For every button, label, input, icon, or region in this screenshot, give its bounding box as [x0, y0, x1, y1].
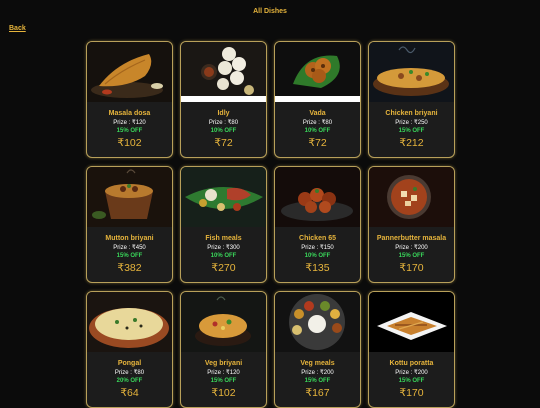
dish-final-price: ₹170 [399, 262, 424, 274]
dish-prize: Prize : ₹450 [113, 245, 146, 251]
dish-image-veg-meals [275, 292, 360, 352]
dish-prize: Prize : ₹250 [395, 120, 428, 126]
dish-image-pongal [87, 292, 172, 352]
dishes-grid: Masala dosa Prize : ₹120 15% OFF ₹102 Id… [86, 41, 455, 408]
dish-discount: 20% OFF [116, 378, 143, 384]
dish-discount: 15% OFF [398, 378, 425, 384]
dish-prize: Prize : ₹150 [301, 245, 334, 251]
dish-prize: Prize : ₹200 [395, 370, 428, 376]
dish-card-mutton-briyani[interactable]: Mutton briyani Prize : ₹450 15% OFF ₹382 [86, 166, 173, 283]
dish-image-paneer-butter-masala [369, 167, 454, 227]
dish-image-chicken-65 [275, 167, 360, 227]
dish-card-chicken-65[interactable]: Chicken 65 Prize : ₹150 10% OFF ₹135 [274, 166, 361, 283]
dish-discount: 15% OFF [398, 253, 425, 259]
dish-name: Idly [217, 110, 230, 117]
dish-name: Masala dosa [108, 110, 151, 117]
dish-image-vada [275, 42, 360, 102]
back-link[interactable]: Back [9, 25, 26, 32]
dish-image-kottu-poratta [369, 292, 454, 352]
dish-final-price: ₹72 [308, 137, 327, 149]
dish-discount: 10% OFF [210, 253, 237, 259]
dish-card-chicken-briyani[interactable]: Chicken briyani Prize : ₹250 15% OFF ₹21… [368, 41, 455, 158]
dish-card-fish-meals[interactable]: Fish meals Prize : ₹300 10% OFF ₹270 [180, 166, 267, 283]
dish-name: Chicken briyani [385, 110, 438, 117]
dish-prize: Prize : ₹80 [302, 120, 333, 126]
dish-image-masala-dosa [87, 42, 172, 102]
dish-prize: Prize : ₹120 [113, 120, 146, 126]
dish-final-price: ₹167 [305, 387, 330, 399]
dish-name: Kottu poratta [389, 360, 434, 367]
dish-final-price: ₹382 [117, 262, 142, 274]
dish-discount: 10% OFF [304, 128, 331, 134]
page-title: All Dishes [253, 8, 287, 15]
dish-card-kottu-poratta[interactable]: Kottu poratta Prize : ₹200 15% OFF ₹170 [368, 291, 455, 408]
dish-discount: 15% OFF [116, 128, 143, 134]
dish-prize: Prize : ₹200 [395, 245, 428, 251]
dish-final-price: ₹135 [305, 262, 330, 274]
dish-card-veg-meals[interactable]: Veg meals Prize : ₹200 15% OFF ₹167 [274, 291, 361, 408]
dish-image-idly [181, 42, 266, 102]
dish-card-pongal[interactable]: Pongal Prize : ₹80 20% OFF ₹64 [86, 291, 173, 408]
dish-card-idly[interactable]: Idly Prize : ₹80 10% OFF ₹72 [180, 41, 267, 158]
dish-final-price: ₹64 [120, 387, 139, 399]
dish-name: Mutton briyani [105, 235, 154, 242]
dish-final-price: ₹102 [211, 387, 236, 399]
dish-final-price: ₹170 [399, 387, 424, 399]
dish-final-price: ₹102 [117, 137, 142, 149]
dish-card-masala-dosa[interactable]: Masala dosa Prize : ₹120 15% OFF ₹102 [86, 41, 173, 158]
dish-name: Veg briyani [204, 360, 243, 367]
dish-prize: Prize : ₹80 [208, 120, 239, 126]
dish-prize: Prize : ₹80 [114, 370, 145, 376]
dish-discount: 10% OFF [210, 128, 237, 134]
dish-name: Chicken 65 [299, 235, 336, 242]
dish-discount: 15% OFF [304, 378, 331, 384]
dish-image-veg-briyani [181, 292, 266, 352]
dish-discount: 15% OFF [398, 128, 425, 134]
dish-image-chicken-briyani [369, 42, 454, 102]
dish-prize: Prize : ₹120 [207, 370, 240, 376]
dish-card-veg-briyani[interactable]: Veg briyani Prize : ₹120 15% OFF ₹102 [180, 291, 267, 408]
dish-discount: 10% OFF [304, 253, 331, 259]
dish-prize: Prize : ₹200 [301, 370, 334, 376]
dish-prize: Prize : ₹300 [207, 245, 240, 251]
dish-image-mutton-briyani [87, 167, 172, 227]
dish-discount: 15% OFF [210, 378, 237, 384]
dish-name: Pannerbutter masala [376, 235, 447, 242]
dish-final-price: ₹212 [399, 137, 424, 149]
dish-name: Fish meals [205, 235, 242, 242]
dish-card-paneer-butter-masala[interactable]: Pannerbutter masala Prize : ₹200 15% OFF… [368, 166, 455, 283]
dish-name: Veg meals [300, 360, 335, 367]
dish-image-fish-meals [181, 167, 266, 227]
dish-name: Pongal [117, 360, 142, 367]
dish-final-price: ₹270 [211, 262, 236, 274]
dish-name: Vada [309, 110, 326, 117]
dish-final-price: ₹72 [214, 137, 233, 149]
dish-card-vada[interactable]: Vada Prize : ₹80 10% OFF ₹72 [274, 41, 361, 158]
dish-discount: 15% OFF [116, 253, 143, 259]
